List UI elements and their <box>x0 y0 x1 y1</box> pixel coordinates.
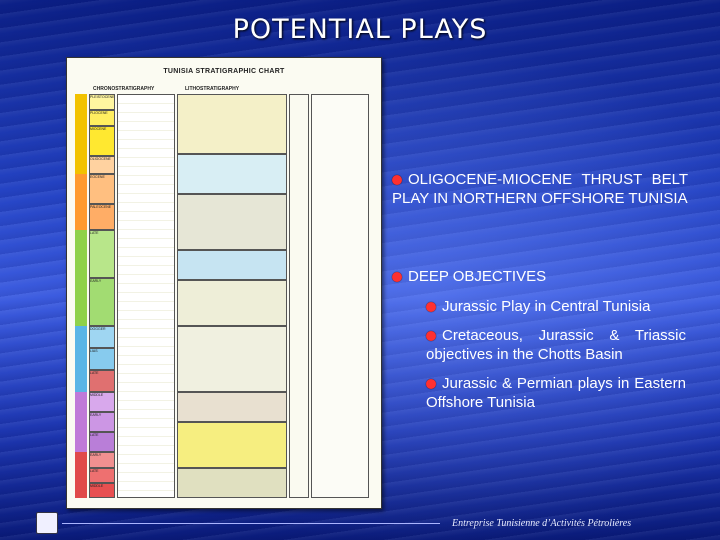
age-cell: MIDDLE <box>89 392 115 412</box>
era-strip-neogene <box>75 94 87 174</box>
footer-company-name: Entreprise Tunisienne d’Activités Pétrol… <box>452 518 632 529</box>
lithology-block <box>177 194 287 250</box>
company-logo <box>36 512 58 534</box>
lithology-block <box>177 94 287 154</box>
bullet-text: Cretaceous, Jurassic & Triassic objectiv… <box>426 327 686 363</box>
era-strip-triassic <box>75 392 87 452</box>
age-cell: EARLY <box>89 452 115 468</box>
era-strip-cretaceous <box>75 230 87 326</box>
chart-col-litho: LITHOSTRATIGRAPHY <box>185 86 240 92</box>
chart-title: TUNISIA STRATIGRAPHIC CHART <box>163 68 285 75</box>
era-strip-paleogene <box>75 174 87 230</box>
age-cell: LATE <box>89 370 115 392</box>
age-cell: OLIGOCENE <box>89 156 115 174</box>
age-cell: MIOCENE <box>89 126 115 156</box>
bullet-text: OLIGOCENE-MIOCENE THRUST BELT PLAY IN NO… <box>392 171 688 207</box>
era-strip-permian <box>75 452 87 498</box>
bullet-dot-icon <box>392 175 402 186</box>
age-cell: LIAS <box>89 348 115 370</box>
bullet-text: Jurassic & Permian plays in Eastern Offs… <box>426 375 686 411</box>
lithology-block <box>177 154 287 194</box>
bullet-thrust-belt: OLIGOCENE-MIOCENE THRUST BELT PLAY IN NO… <box>392 170 688 208</box>
age-cell: LATE <box>89 432 115 452</box>
age-cell: PLIOCENE <box>89 110 115 126</box>
lithology-block <box>177 250 287 280</box>
bullet-dot-icon <box>426 331 436 342</box>
lithology-block <box>177 326 287 392</box>
bullet-text: Jurassic Play in Central Tunisia <box>442 298 651 315</box>
bullet-text: DEEP OBJECTIVES <box>408 268 547 285</box>
stratigraphic-chart-image: TUNISIA STRATIGRAPHIC CHART CHRONOSTRATI… <box>66 57 382 509</box>
play-symbols-column <box>311 94 369 498</box>
sub-bullet-jurassic-central: Jurassic Play in Central Tunisia <box>426 297 686 316</box>
bullet-dot-icon <box>392 272 402 283</box>
tectonic-column <box>289 94 309 498</box>
slide-title: POTENTIAL PLAYS <box>232 14 488 45</box>
bullet-dot-icon <box>426 302 436 313</box>
age-cell: PALEOCENE <box>89 204 115 230</box>
lithology-block <box>177 468 287 498</box>
age-cell: LATE <box>89 230 115 278</box>
chart-col-chrono: CHRONOSTRATIGRAPHY <box>93 86 155 92</box>
age-cell: EOCENE <box>89 174 115 204</box>
formation-column <box>117 94 175 498</box>
age-cell: EARLY <box>89 278 115 326</box>
age-cell: EARLY <box>89 412 115 432</box>
age-cell: MIDDLE <box>89 483 115 498</box>
lithology-block <box>177 280 287 326</box>
age-cell: DOGGER <box>89 326 115 348</box>
bullet-deep-objectives: DEEP OBJECTIVES <box>392 267 546 286</box>
era-strip-jurassic <box>75 326 87 392</box>
chart-body: CHRONOSTRATIGRAPHY LITHOSTRATIGRAPHY PLE… <box>75 80 373 500</box>
lithology-block <box>177 392 287 422</box>
sub-bullet-eastern-offshore: Jurassic & Permian plays in Eastern Offs… <box>426 374 686 412</box>
lithology-block <box>177 422 287 468</box>
footer-divider <box>62 523 440 524</box>
sub-bullet-chotts-basin: Cretaceous, Jurassic & Triassic objectiv… <box>426 326 686 364</box>
bullet-dot-icon <box>426 379 436 390</box>
age-cell: PLEISTOCENE <box>89 94 115 110</box>
age-cell: LATE <box>89 468 115 483</box>
